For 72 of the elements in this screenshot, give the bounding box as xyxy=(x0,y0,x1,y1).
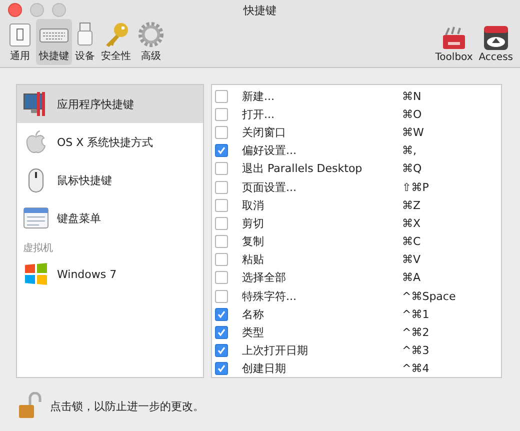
checkbox[interactable] xyxy=(215,362,228,376)
key-shortcut: ⌘Z xyxy=(402,198,421,212)
key-shortcut: ⇧⌘P xyxy=(402,180,429,194)
sidebar-item[interactable]: 键盘菜单 xyxy=(17,199,203,237)
checkbox[interactable] xyxy=(215,253,228,266)
sidebar-item[interactable]: 鼠标快捷键 xyxy=(17,161,203,199)
toolbar-tab[interactable]: 设备 xyxy=(72,19,98,65)
key-shortcut: ⌘V xyxy=(402,253,421,266)
command-name: 偏好设置... xyxy=(242,143,298,158)
minimize-button[interactable] xyxy=(30,3,44,17)
command-name: 粘贴 xyxy=(242,252,265,268)
checkbox[interactable] xyxy=(215,108,228,121)
checkbox[interactable] xyxy=(215,326,228,340)
switch-icon xyxy=(7,22,33,48)
key-shortcut: ⌘X xyxy=(402,216,421,230)
key-shortcut: ⌘O xyxy=(402,108,422,121)
checkbox[interactable] xyxy=(215,235,228,248)
command-name: 名称 xyxy=(242,306,265,322)
key-shortcut: ⌘N xyxy=(402,90,422,103)
checkbox[interactable] xyxy=(215,180,228,194)
command-name: 新建... xyxy=(242,88,276,104)
key-shortcut: ⌘A xyxy=(402,271,421,284)
key-shortcut: ⌘, xyxy=(402,144,416,158)
checkbox[interactable] xyxy=(215,144,228,158)
checkbox[interactable] xyxy=(215,90,228,103)
menu-window-icon xyxy=(23,205,49,231)
toolbar-tab[interactable]: 安全性 xyxy=(98,19,134,65)
sidebar-item[interactable]: OS X 系统快捷方式 xyxy=(17,123,203,161)
command-name: 打开... xyxy=(242,106,276,122)
key-shortcut: ^⌘3 xyxy=(402,344,430,358)
checkbox[interactable] xyxy=(215,162,228,176)
toolbar-button[interactable]: Toolbox xyxy=(432,19,476,65)
sidebar-item[interactable]: Windows 7 xyxy=(17,255,203,293)
toolbar-button[interactable]: Access xyxy=(476,19,516,65)
checkbox[interactable] xyxy=(215,308,228,321)
lock-hint: 点击锁，以防止进一步的更改。 xyxy=(50,398,204,414)
command-name: 创建日期 xyxy=(242,361,287,376)
key-shortcut: ^⌘Space xyxy=(402,290,456,303)
cloud-home-icon xyxy=(482,25,509,51)
toolbar-tab[interactable]: 高级 xyxy=(134,19,168,65)
command-name: 页面设置... xyxy=(242,180,298,195)
command-name: 上次打开日期 xyxy=(242,343,309,358)
key-shortcut: ^⌘4 xyxy=(402,362,430,376)
windows-flag-icon xyxy=(23,261,49,287)
checkbox[interactable] xyxy=(215,344,228,358)
section-header: 虚拟机 xyxy=(22,242,54,255)
checkbox[interactable] xyxy=(215,290,228,303)
command-name: 类型 xyxy=(242,325,265,340)
close-button[interactable] xyxy=(8,3,22,17)
key-shortcut: ^⌘1 xyxy=(402,308,430,321)
command-name: 退出 Parallels Desktop xyxy=(242,161,364,176)
key-shortcut: ⌘Q xyxy=(402,162,422,176)
toolbar-tab[interactable]: 通用 xyxy=(4,19,36,65)
command-name: 关闭窗口 xyxy=(242,124,287,140)
checkbox[interactable] xyxy=(215,198,228,212)
unlocked-padlock-icon[interactable] xyxy=(18,392,42,420)
command-name: 特殊字符... xyxy=(242,288,298,304)
key-shortcut: ^⌘2 xyxy=(402,326,430,340)
sidebar-item[interactable]: 应用程序快捷键 xyxy=(17,85,203,123)
command-name: 复制 xyxy=(242,234,265,250)
command-name: 选择全部 xyxy=(242,270,287,286)
key-shortcut: ⌘C xyxy=(402,235,421,248)
window-title: 快捷键 xyxy=(244,2,276,18)
command-name: 剪切 xyxy=(242,216,265,231)
command-name: 取消 xyxy=(242,198,265,213)
zoom-button[interactable] xyxy=(52,3,66,17)
checkbox[interactable] xyxy=(215,216,228,230)
key-shortcut: ⌘W xyxy=(402,126,424,139)
checkbox[interactable] xyxy=(215,126,228,139)
gear-icon xyxy=(137,21,165,48)
toolbar-tab[interactable]: 快捷键 xyxy=(36,19,72,65)
checkbox[interactable] xyxy=(215,271,228,284)
